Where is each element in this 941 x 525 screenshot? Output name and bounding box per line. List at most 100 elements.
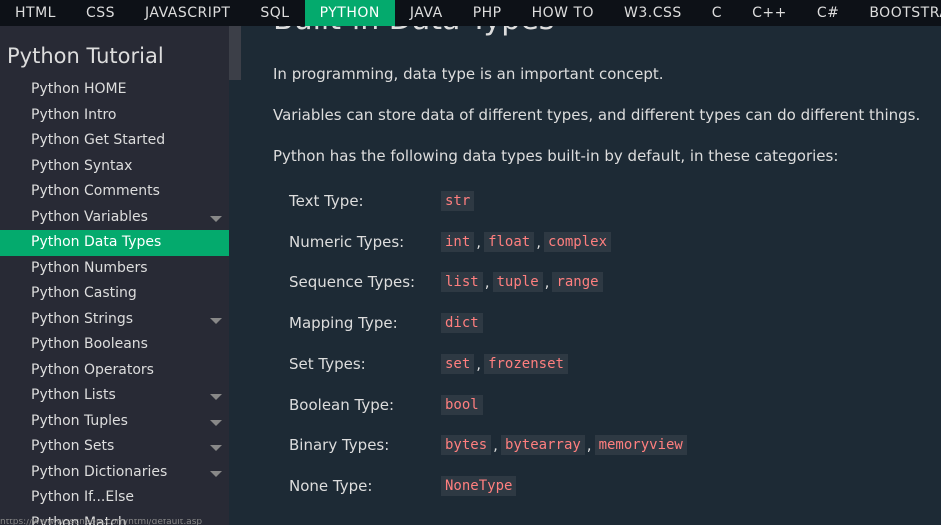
nav-link-w3-css[interactable]: W3.CSS	[609, 0, 697, 26]
page-heading: Built-in Data Types	[273, 26, 554, 37]
sidebar-item-label: Python Operators	[31, 361, 154, 378]
sidebar-item-python-data-types[interactable]: Python Data Types	[0, 230, 229, 256]
code-keyword: set	[441, 353, 475, 374]
caret-down-icon[interactable]	[210, 445, 222, 451]
sidebar-item-label: Python Dictionaries	[31, 463, 168, 480]
separator: ,	[544, 273, 550, 292]
separator: ,	[476, 232, 482, 251]
sidebar-item-python-numbers[interactable]: Python Numbers	[0, 256, 229, 282]
code-keyword: bool	[441, 394, 483, 415]
sidebar-item-python-variables[interactable]: Python Variables	[0, 205, 229, 231]
data-type-values: list, tuple, range	[441, 272, 603, 293]
code-keyword: frozenset	[484, 353, 568, 374]
sidebar-item-label: Python Intro	[31, 106, 117, 123]
sidebar-item-label: Python Tuples	[31, 412, 128, 429]
sidebar-item-python-tuples[interactable]: Python Tuples	[0, 409, 229, 435]
sidebar: Python Tutorial Python HOME Python Intro P…	[0, 26, 241, 525]
sidebar-item-python-comments[interactable]: Python Comments	[0, 179, 229, 205]
sidebar-item-python-get-started[interactable]: Python Get Started	[0, 128, 229, 154]
code-keyword: tuple	[492, 272, 543, 293]
nav-link-python[interactable]: PYTHON	[304, 0, 395, 26]
data-type-category: Mapping Type:	[289, 314, 398, 333]
nav-link-javascript[interactable]: JAVASCRIPT	[130, 0, 245, 26]
code-keyword: list	[441, 272, 483, 293]
code-keyword: complex	[544, 231, 612, 252]
sidebar-item-python-syntax[interactable]: Python Syntax	[0, 154, 229, 180]
separator: ,	[484, 273, 490, 292]
separator: ,	[476, 354, 482, 373]
code-keyword: float	[484, 231, 535, 252]
nav-link-html[interactable]: HTML	[0, 0, 71, 26]
separator: ,	[586, 436, 592, 455]
paragraph-builtin: Python has the following data types buil…	[273, 147, 839, 165]
sidebar-item-label: Python Data Types	[31, 234, 162, 250]
top-navigation: HTML CSS JAVASCRIPT SQL PYTHON JAVA PHP HOW TO W…	[0, 0, 941, 26]
data-type-category: Binary Types:	[289, 436, 390, 455]
sidebar-item-label: Python Strings	[31, 310, 134, 327]
sidebar-item-label: Python Comments	[31, 183, 160, 199]
sidebar-item-python-lists[interactable]: Python Lists	[0, 383, 229, 409]
nav-link-c[interactable]: C#	[802, 0, 855, 26]
data-type-values: int, float, complex	[441, 231, 612, 252]
nav-link-bootstrap[interactable]: BOOTSTRAP	[854, 0, 941, 26]
separator: ,	[536, 232, 542, 251]
sidebar-scrollbar[interactable]	[229, 26, 241, 525]
caret-down-icon[interactable]	[210, 470, 222, 477]
caret-down-icon[interactable]	[210, 317, 222, 324]
sidebar-item-python-casting[interactable]: Python Casting	[0, 281, 229, 307]
code-keyword: int	[441, 231, 475, 252]
data-type-values: set, frozenset	[441, 353, 568, 374]
nav-link-how-to[interactable]: HOW TO	[517, 0, 609, 26]
sidebar-item-python-dictionaries[interactable]: Python Dictionaries	[0, 460, 229, 486]
sidebar-item-python-operators[interactable]: Python Operators	[0, 358, 229, 384]
sidebar-item-python-strings[interactable]: Python Strings	[0, 307, 229, 333]
data-type-values: str	[441, 191, 475, 211]
sidebar-item-label: Python HOME	[31, 81, 127, 97]
data-type-category: Text Type:	[289, 192, 364, 210]
caret-down-icon[interactable]	[210, 394, 222, 400]
code-keyword: bytearray	[500, 435, 585, 456]
sidebar-item-label: Python If...Else	[31, 489, 135, 505]
nav-link-sql[interactable]: SQL	[245, 0, 304, 26]
sidebar-item-python-booleans[interactable]: Python Booleans	[0, 332, 229, 358]
data-type-category: Sequence Types:	[289, 273, 416, 292]
data-type-category: Boolean Type:	[289, 395, 395, 414]
data-type-category: Numeric Types:	[289, 232, 405, 251]
nav-link-java[interactable]: JAVA	[395, 0, 458, 26]
sidebar-title: Python Tutorial	[7, 44, 164, 68]
data-type-category: Set Types:	[289, 354, 366, 373]
code-keyword: str	[441, 191, 475, 211]
code-keyword: bytes	[441, 435, 492, 456]
nav-link-php[interactable]: PHP	[458, 0, 517, 26]
code-keyword: dict	[441, 313, 483, 334]
data-type-category: None Type:	[289, 476, 373, 495]
data-type-values: dict	[441, 313, 483, 334]
status-url: https://www.w3schools.com/html/default.a…	[0, 519, 203, 525]
sidebar-item-label: Python Numbers	[31, 259, 148, 276]
data-type-values: NoneType	[441, 475, 517, 496]
code-keyword: range	[552, 272, 603, 293]
sidebar-scrollbar-thumb[interactable]	[229, 26, 241, 80]
sidebar-item-label: Python Sets	[31, 438, 115, 454]
nav-link-c[interactable]: C++	[737, 0, 802, 26]
sidebar-item-label: Python Lists	[31, 387, 116, 403]
sidebar-item-python-home[interactable]: Python HOME	[0, 77, 229, 103]
sidebar-item-label: Python Casting	[31, 285, 137, 301]
sidebar-item-label: Python Variables	[31, 208, 148, 225]
paragraph-variables: Variables can store data of different ty…	[273, 106, 921, 124]
main-content: Built-in Data Types In programming, data…	[241, 26, 941, 525]
sidebar-item-python-sets[interactable]: Python Sets	[0, 434, 229, 460]
nav-link-c[interactable]: C	[697, 0, 737, 26]
separator: ,	[493, 436, 498, 455]
code-keyword: memoryview	[594, 435, 687, 456]
caret-down-icon[interactable]	[210, 215, 222, 222]
sidebar-menu: Python HOME Python Intro Python Get Starte…	[0, 77, 229, 525]
sidebar-item-label: Python Booleans	[31, 336, 148, 352]
sidebar-item-python-intro[interactable]: Python Intro	[0, 103, 229, 129]
nav-link-css[interactable]: CSS	[71, 0, 130, 26]
sidebar-item-python-if-else[interactable]: Python If...Else	[0, 485, 229, 511]
paragraph-intro: In programming, data type is an importan…	[273, 65, 664, 83]
data-type-values: bool	[441, 394, 483, 415]
sidebar-item-label: Python Syntax	[31, 157, 133, 174]
caret-down-icon[interactable]	[210, 419, 222, 426]
